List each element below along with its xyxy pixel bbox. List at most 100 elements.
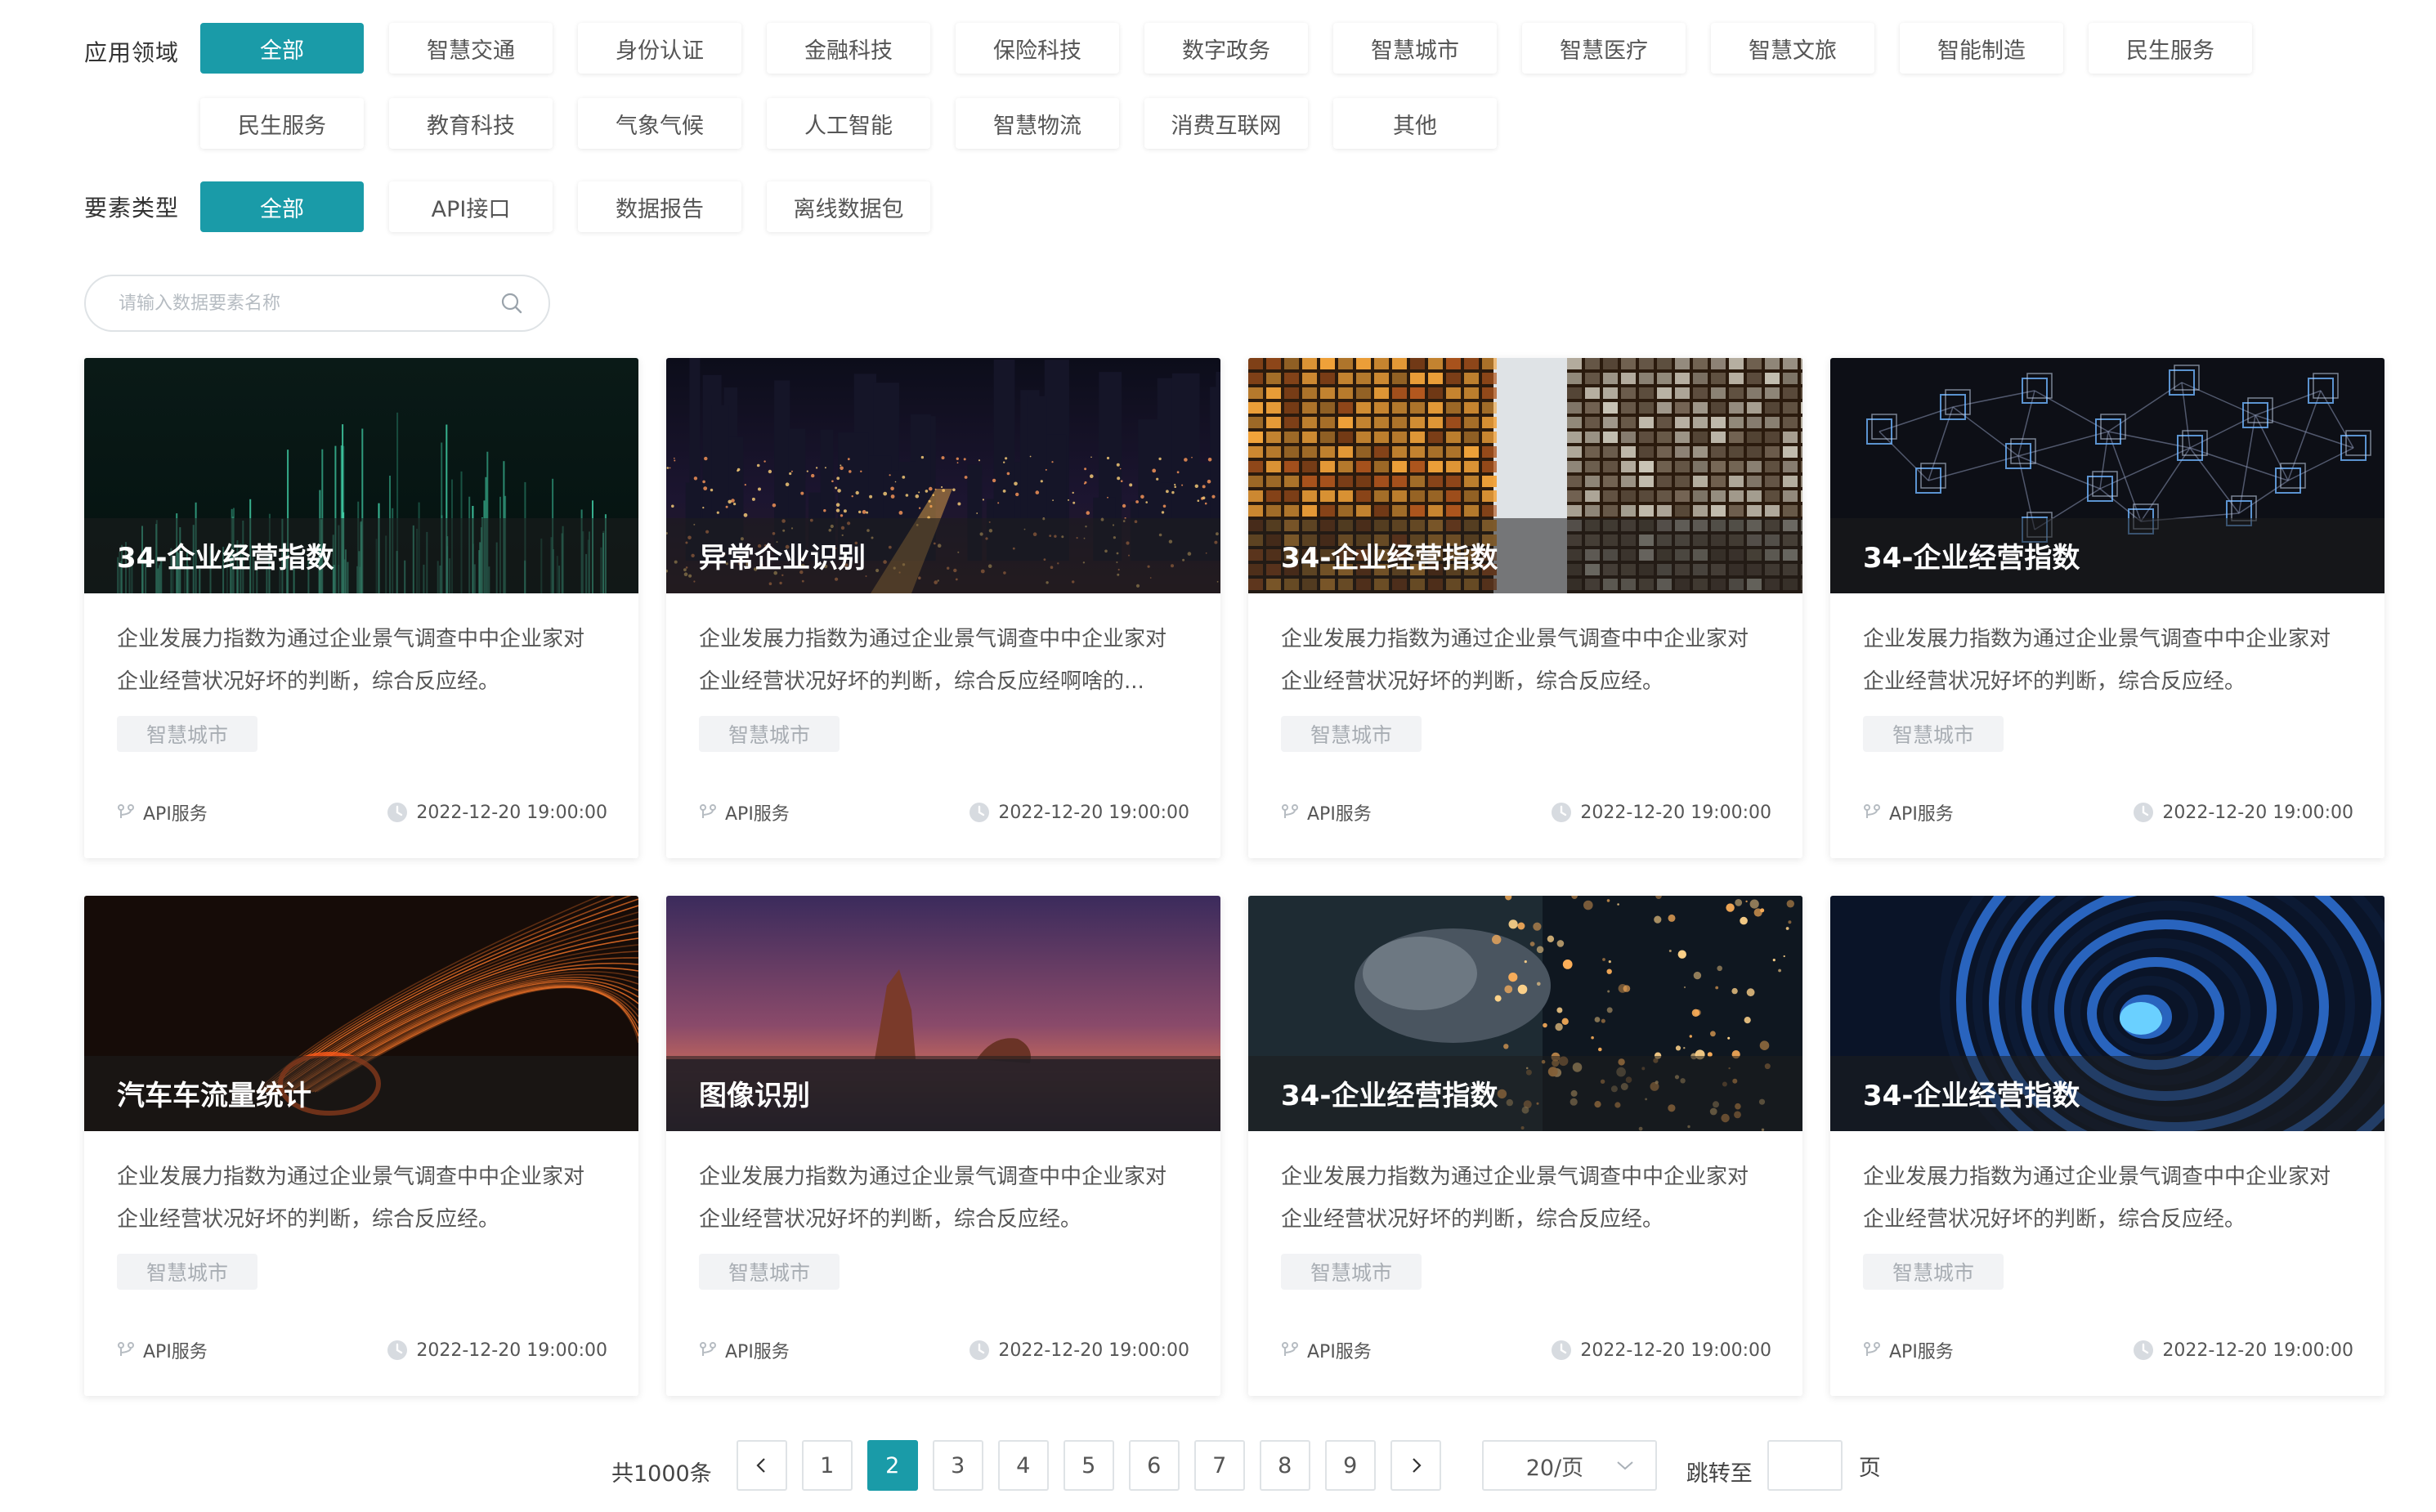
chevron-left-icon (756, 1458, 765, 1473)
card-image: 34-企业经营指数 (1248, 896, 1802, 1131)
card-title: 34-企业经营指数 (117, 542, 334, 575)
card-tag[interactable]: 智慧城市 (1281, 1254, 1422, 1290)
filter-domain-chip[interactable]: 教育科技 (389, 98, 553, 149)
card-description-line: 企业发展力指数为通过企业景气调查中中企业家对 (117, 1165, 585, 1189)
card-meta: API服务 2022-12-20 19:00:00 (1281, 1334, 1771, 1367)
data-card[interactable]: 34-企业经营指数 企业发展力指数为通过企业景气调查中中企业家对 企业经营状况好… (84, 358, 638, 858)
card-image: 图像识别 (666, 896, 1220, 1131)
page: 应用领域 全部 智慧交通 身份认证 金融科技 保险科技 数字政务 智慧城市 智慧医疗 智慧文旅智… (0, 0, 2436, 1512)
filter-domain-chip[interactable]: 智慧医疗 (1522, 23, 1686, 74)
card-description-line: 企业经营状况好坏的判断，综合反应经。 (1863, 669, 2246, 694)
page-number-button[interactable]: 8 (1259, 1440, 1310, 1491)
filter-type-chip[interactable]: 数据报告 (578, 181, 741, 232)
chevron-down-icon (1617, 1461, 1633, 1470)
card-description: 企业发展力指数为通过企业景气调查中中企业家对 企业经营状况好坏的判断，综合反应经… (1281, 618, 1780, 703)
pagination: 共1000条 123456789 20/页 跳转至 页 (611, 1439, 1881, 1492)
card-tag[interactable]: 智慧城市 (117, 1254, 257, 1290)
filter-domain-chip[interactable]: 消费互联网 (1144, 98, 1308, 149)
card-description-line: 企业经营状况好坏的判断，综合反应经。 (1281, 1207, 1664, 1232)
card-description-line: 企业发展力指数为通过企业景气调查中中企业家对 (117, 627, 585, 651)
card-description: 企业发展力指数为通过企业景气调查中中企业家对 企业经营状况好坏的判断，综合反应经… (117, 618, 616, 703)
filter-domain-chip[interactable]: 气象气候 (578, 98, 741, 149)
page-number-button[interactable]: 7 (1193, 1440, 1245, 1491)
data-card[interactable]: 汽车车流量统计 企业发展力指数为通过企业景气调查中中企业家对 企业经营状况好坏的… (84, 896, 638, 1396)
card-title: 34-企业经营指数 (1863, 542, 2080, 575)
card-tag[interactable]: 智慧城市 (117, 716, 257, 752)
card-time: 2022-12-20 19:00:00 (2133, 1340, 2353, 1361)
api-icon (700, 1342, 716, 1356)
page-number-list: 123456789 (801, 1440, 1390, 1491)
data-card[interactable]: 34-企业经营指数 企业发展力指数为通过企业景气调查中中企业家对 企业经营状况好… (1248, 896, 1802, 1396)
card-service-label: API服务 (143, 1342, 208, 1362)
filter-type-chips: 全部 API接口 数据报告 离线数据包 (200, 181, 2407, 232)
card-description: 企业发展力指数为通过企业景气调查中中企业家对 企业经营状况好坏的判断，综合反应经… (699, 1156, 1198, 1241)
page-number-button[interactable]: 1 (801, 1440, 853, 1491)
filter-domain-chip[interactable]: 民生服务 (200, 98, 364, 149)
filter-type-chip[interactable]: 全部 (200, 181, 364, 232)
data-card[interactable]: 图像识别 企业发展力指数为通过企业景气调查中中企业家对 企业经营状况好坏的判断，… (666, 896, 1220, 1396)
filter-domain-chip[interactable]: 民生服务 (2089, 23, 2252, 74)
search-box[interactable] (84, 275, 550, 332)
card-service-label: API服务 (1307, 1342, 1372, 1362)
clock-icon (387, 1340, 408, 1360)
filter-type-chip[interactable]: 离线数据包 (767, 181, 930, 232)
filter-domain: 应用领域 全部 智慧交通 身份认证 金融科技 保险科技 数字政务 智慧城市 智慧医疗 智慧文旅智… (84, 23, 2252, 149)
data-card[interactable]: 34-企业经营指数 企业发展力指数为通过企业景气调查中中企业家对 企业经营状况好… (1830, 358, 2385, 858)
page-number-button[interactable]: 6 (1128, 1440, 1180, 1491)
filter-domain-chip[interactable]: 智能制造 (1900, 23, 2063, 74)
data-card[interactable]: 异常企业识别 企业发展力指数为通过企业景气调查中中企业家对 企业经营状况好坏的判… (666, 358, 1220, 858)
filter-domain-chip[interactable]: 智慧城市 (1333, 23, 1497, 74)
card-service: API服务 (117, 799, 208, 825)
card-service: API服务 (699, 1337, 790, 1363)
card-tag[interactable]: 智慧城市 (699, 1254, 840, 1290)
card-tag[interactable]: 智慧城市 (1863, 1254, 2004, 1290)
card-time: 2022-12-20 19:00:00 (2133, 802, 2353, 823)
filter-domain-chip[interactable]: 数字政务 (1144, 23, 1308, 74)
search-icon[interactable] (499, 291, 524, 315)
clock-icon (387, 803, 408, 822)
card-time: 2022-12-20 19:00:00 (969, 1340, 1189, 1361)
filter-domain-chip[interactable]: 保险科技 (956, 23, 1119, 74)
card-description-line: 企业发展力指数为通过企业景气调查中中企业家对 (1281, 1165, 1749, 1189)
page-number-button[interactable]: 3 (932, 1440, 983, 1491)
filter-domain-chip[interactable]: 人工智能 (767, 98, 930, 149)
card-service: API服务 (1863, 799, 1954, 825)
page-number-button[interactable]: 5 (1063, 1440, 1114, 1491)
clock-icon (2134, 1340, 2154, 1360)
card-time: 2022-12-20 19:00:00 (387, 802, 607, 823)
next-page-button[interactable] (1390, 1440, 1441, 1491)
card-description-line: 企业经营状况好坏的判断，综合反应经。 (117, 1207, 500, 1232)
filter-domain-chip[interactable]: 金融科技 (767, 23, 930, 74)
card-time: 2022-12-20 19:00:00 (1551, 802, 1771, 823)
filter-domain-chip[interactable]: 智慧文旅 (1711, 23, 1874, 74)
filter-domain-chip[interactable]: 身份认证 (578, 23, 741, 74)
search-input[interactable] (117, 292, 499, 315)
card-service-label: API服务 (143, 804, 208, 825)
filter-domain-label: 应用领域 (84, 39, 180, 66)
card-tag[interactable]: 智慧城市 (699, 716, 840, 752)
card-description: 企业发展力指数为通过企业景气调查中中企业家对 企业经营状况好坏的判断，综合反应经… (699, 618, 1198, 703)
api-icon (1864, 804, 1880, 818)
filter-domain-chip[interactable]: 智慧物流 (956, 98, 1119, 149)
prev-page-button[interactable] (736, 1440, 787, 1491)
card-description-line: 企业发展力指数为通过企业景气调查中中企业家对 (1281, 627, 1749, 651)
filter-domain-chip[interactable]: 全部 (200, 23, 364, 74)
card-title: 汽车车流量统计 (117, 1080, 311, 1112)
card-description: 企业发展力指数为通过企业景气调查中中企业家对 企业经营状况好坏的判断，综合反应经… (1863, 1156, 2362, 1241)
page-size-select[interactable]: 20/页 (1481, 1440, 1657, 1491)
page-number-button[interactable]: 4 (997, 1440, 1049, 1491)
card-description: 企业发展力指数为通过企业景气调查中中企业家对 企业经营状况好坏的判断，综合反应经… (1281, 1156, 1780, 1241)
filter-type-chip[interactable]: API接口 (389, 181, 553, 232)
card-tag[interactable]: 智慧城市 (1863, 716, 2004, 752)
card-tag[interactable]: 智慧城市 (1281, 716, 1422, 752)
card-description: 企业发展力指数为通过企业景气调查中中企业家对 企业经营状况好坏的判断，综合反应经… (117, 1156, 616, 1241)
data-card[interactable]: 34-企业经营指数 企业发展力指数为通过企业景气调查中中企业家对 企业经营状况好… (1248, 358, 1802, 858)
card-time-label: 2022-12-20 19:00:00 (2162, 1340, 2353, 1361)
data-card[interactable]: 34-企业经营指数 企业发展力指数为通过企业景气调查中中企业家对 企业经营状况好… (1830, 896, 2385, 1396)
filter-domain-chip[interactable]: 智慧交通 (389, 23, 553, 74)
page-number-button[interactable]: 2 (866, 1440, 918, 1491)
jump-page-input[interactable] (1767, 1440, 1843, 1491)
card-meta: API服务 2022-12-20 19:00:00 (117, 796, 607, 829)
page-number-button[interactable]: 9 (1324, 1440, 1376, 1491)
filter-domain-chip[interactable]: 其他 (1333, 98, 1497, 149)
